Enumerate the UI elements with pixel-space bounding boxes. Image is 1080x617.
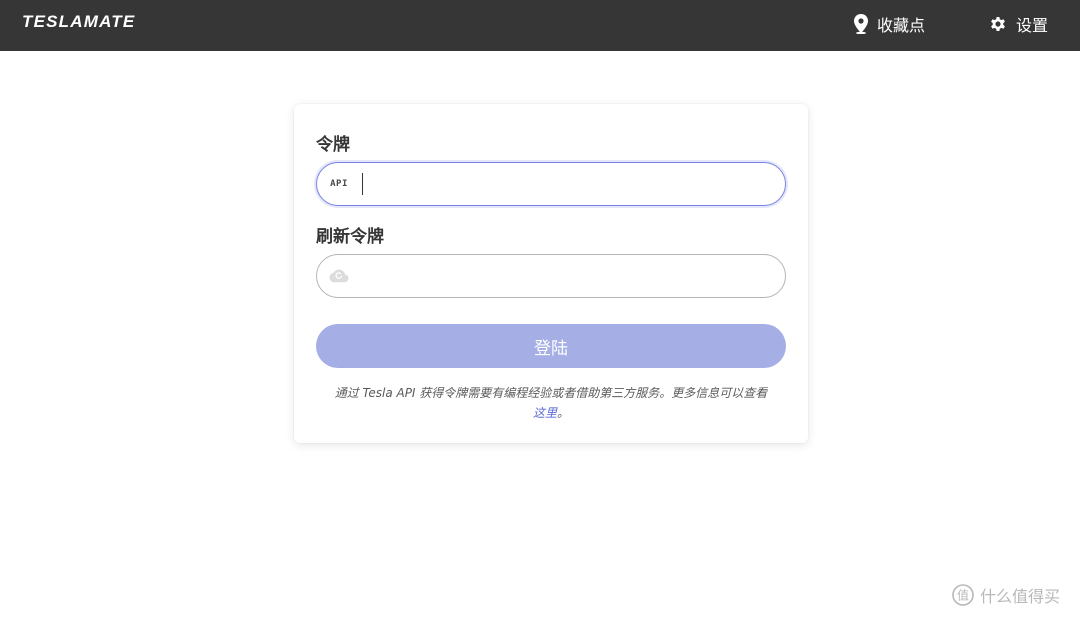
- login-button[interactable]: 登陆: [316, 324, 786, 368]
- nav-settings-link[interactable]: 设置: [988, 12, 1048, 36]
- svg-text:值: 值: [957, 588, 969, 603]
- token-field[interactable]: API: [316, 162, 786, 206]
- refresh-token-label: 刷新令牌: [316, 227, 384, 247]
- cloud-refresh-icon: [329, 266, 349, 286]
- refresh-token-field[interactable]: [316, 254, 786, 298]
- nav-places-label: 收藏点: [877, 16, 926, 35]
- login-card: 令牌 API 刷新令牌 登陆 通过 Tesla API 获得令牌需要有编程经验或…: [294, 104, 808, 443]
- help-link[interactable]: 这里: [533, 406, 557, 420]
- nav-places-link[interactable]: 收藏点: [853, 12, 925, 36]
- api-icon: API: [330, 179, 348, 189]
- zhi-logo-icon: 值: [952, 584, 974, 606]
- token-label: 令牌: [316, 135, 350, 155]
- watermark: 值 什么值得买: [952, 583, 1060, 607]
- token-input[interactable]: [357, 163, 777, 205]
- brand-logo[interactable]: TESLAMATE: [22, 12, 135, 32]
- help-text-prefix: 通过 Tesla API 获得令牌需要有编程经验或者借助第三方服务。更多信息可以…: [334, 386, 768, 400]
- nav-settings-label: 设置: [1016, 16, 1049, 35]
- map-marker-icon: [854, 14, 868, 34]
- watermark-text: 什么值得买: [980, 587, 1061, 606]
- top-navbar: TESLAMATE 收藏点 设置: [0, 0, 1080, 51]
- help-text-suffix: 。: [557, 406, 570, 420]
- help-text: 通过 Tesla API 获得令牌需要有编程经验或者借助第三方服务。更多信息可以…: [316, 383, 786, 423]
- refresh-token-input[interactable]: [357, 255, 777, 297]
- gear-icon: [991, 17, 1005, 31]
